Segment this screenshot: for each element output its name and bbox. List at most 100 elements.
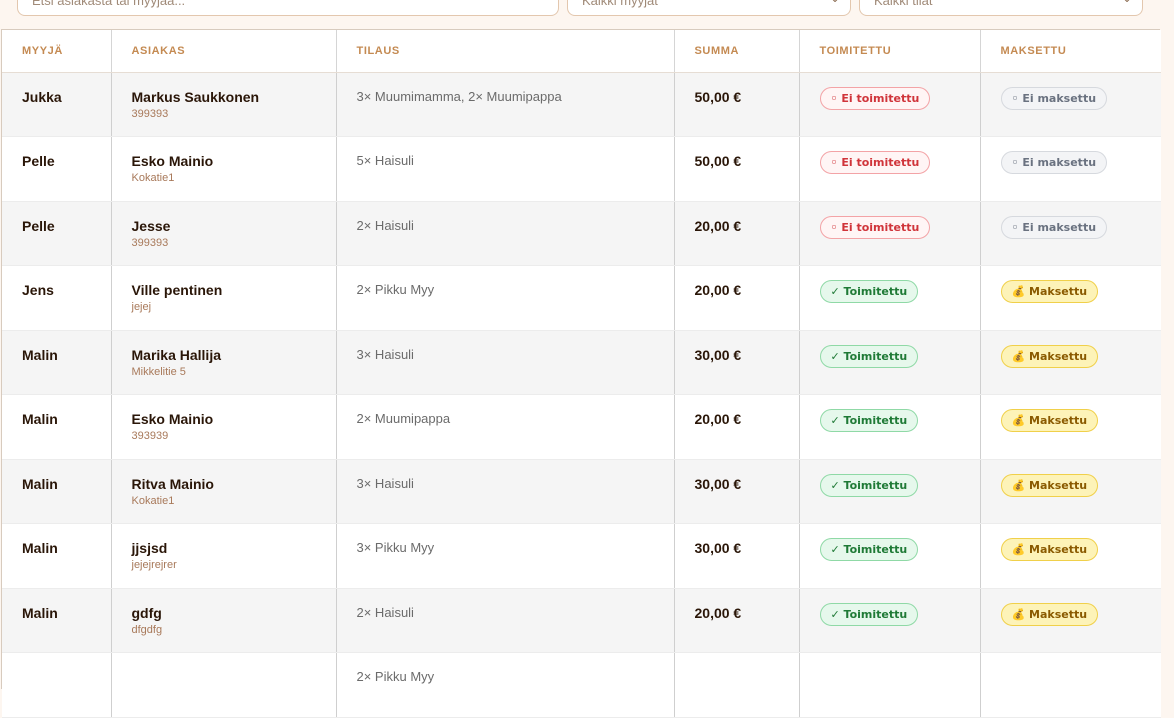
delivered-cell: ✓ Toimitettu bbox=[799, 588, 981, 653]
paid-cell: 💰 Maksettu bbox=[980, 265, 1161, 331]
customer-cell: gdfg dfgdfg bbox=[111, 588, 337, 653]
customer-name: Esko Mainio bbox=[131, 411, 214, 427]
order-items: 3× Pikku Myy bbox=[356, 540, 435, 555]
customer-name: Esko Mainio bbox=[131, 153, 214, 169]
paid-cell: ◦ Ei maksettu bbox=[980, 201, 1161, 266]
seller-cell: Malin bbox=[2, 330, 112, 395]
search-input[interactable]: Etsi asiakasta tai myyjää... bbox=[17, 0, 559, 16]
order-items: 2× Pikku Myy bbox=[356, 282, 435, 297]
seller-cell: Malin bbox=[2, 459, 112, 524]
paid-status-badge[interactable]: ◦ Ei maksettu bbox=[1000, 86, 1108, 110]
customer-name: jjsjsd bbox=[131, 540, 168, 556]
order-cell: 3× Muumimamma, 2× Muumipappa bbox=[336, 72, 675, 137]
filter-bar: Etsi asiakasta tai myyjää... Kaikki myyj… bbox=[0, 0, 1174, 30]
table-row[interactable]: Pelle Jesse 399393 2× Haisuli 20,00 € ◦ Ei to… bbox=[2, 201, 1161, 266]
paid-status-badge[interactable]: 💰 Maksettu bbox=[1000, 473, 1099, 497]
order-items: 2× Pikku Myy bbox=[356, 669, 435, 684]
header-delivered[interactable]: TOIMITETTU bbox=[799, 30, 981, 73]
order-sum: 20,00 € bbox=[694, 217, 742, 234]
delivered-status-badge[interactable]: ✓ Toimitettu bbox=[819, 409, 919, 432]
delivered-cell: ◦ Ei toimitettu bbox=[799, 72, 981, 137]
delivered-cell: ✓ Toimitettu bbox=[799, 394, 981, 460]
customer-detail: Kokatie1 bbox=[131, 494, 175, 507]
customer-name: Markus Saukkonen bbox=[131, 88, 260, 105]
seller-name: Pelle bbox=[22, 217, 55, 234]
seller-filter-value: Kaikki myyjät bbox=[582, 0, 658, 8]
table-row[interactable]: 2× Pikku Myy bbox=[2, 652, 1161, 718]
order-items: 2× Muumipappa bbox=[356, 411, 451, 426]
customer-cell: Jesse 399393 bbox=[111, 201, 337, 266]
table-row[interactable]: Malin gdfg dfgdfg 2× Haisuli 20,00 € ✓ Toimit… bbox=[2, 588, 1161, 653]
order-cell: 2× Haisuli bbox=[336, 201, 675, 266]
delivered-status-badge[interactable]: ◦ Ei toimitettu bbox=[819, 151, 931, 174]
header-paid[interactable]: MAKSETTU bbox=[980, 30, 1161, 73]
customer-name: Jesse bbox=[131, 217, 171, 234]
status-filter-select[interactable]: Kaikki tilat ⌄ bbox=[859, 0, 1143, 16]
delivered-cell: ✓ Toimitettu bbox=[799, 330, 981, 395]
orders-table: MYYJÄ ASIAKAS TILAUS SUMMA TOIMITETTU MA… bbox=[1, 29, 1161, 718]
table-row[interactable]: Jukka Markus Saukkonen 399393 3× Muumimamma… bbox=[2, 72, 1161, 137]
customer-cell: jjsjsd jejejrejrer bbox=[111, 523, 337, 589]
paid-cell: 💰 Maksettu bbox=[980, 523, 1161, 589]
delivered-status-badge[interactable]: ✓ Toimitettu bbox=[819, 344, 919, 368]
sum-cell: 20,00 € bbox=[674, 588, 800, 653]
seller-name: Pelle bbox=[22, 153, 55, 169]
seller-name: Jukka bbox=[22, 88, 62, 105]
paid-status-badge[interactable]: 💰 Maksettu bbox=[1000, 280, 1099, 303]
customer-detail: jejej bbox=[131, 301, 152, 313]
order-sum: 20,00 € bbox=[694, 604, 742, 621]
delivered-cell: ✓ Toimitettu bbox=[799, 459, 981, 524]
seller-cell: Pelle bbox=[2, 136, 112, 202]
seller-cell bbox=[2, 652, 112, 718]
order-sum: 20,00 € bbox=[694, 282, 742, 298]
sum-cell: 50,00 € bbox=[674, 72, 800, 137]
delivered-status-badge[interactable]: ◦ Ei toimitettu bbox=[819, 86, 931, 110]
order-cell: 2× Muumipappa bbox=[336, 394, 675, 460]
table-row[interactable]: Malin Ritva Mainio Kokatie1 3× Haisuli 30,00… bbox=[2, 459, 1161, 524]
customer-detail: dfgdfg bbox=[131, 623, 163, 636]
paid-status-badge[interactable]: 💰 Maksettu bbox=[1000, 409, 1099, 432]
status-filter-value: Kaikki tilat bbox=[874, 0, 933, 8]
order-cell: 5× Haisuli bbox=[336, 136, 675, 202]
header-sum[interactable]: SUMMA bbox=[674, 30, 800, 73]
table-row[interactable]: Malin Marika Hallija Mikkelitie 5 3× Haisul… bbox=[2, 330, 1161, 395]
customer-name: Ville pentinen bbox=[131, 282, 223, 298]
table-row[interactable]: Malin Esko Mainio 393939 2× Muumipappa 20,00… bbox=[2, 394, 1161, 460]
order-sum: 30,00 € bbox=[694, 346, 742, 363]
delivered-status-badge[interactable]: ✓ Toimitettu bbox=[819, 538, 919, 561]
customer-detail: Mikkelitie 5 bbox=[131, 365, 186, 378]
header-order[interactable]: TILAUS bbox=[336, 30, 675, 73]
sum-cell: 30,00 € bbox=[674, 330, 800, 395]
customer-detail: 399393 bbox=[131, 107, 169, 120]
paid-status-badge[interactable]: ◦ Ei maksettu bbox=[1000, 151, 1108, 174]
customer-cell: Esko Mainio 393939 bbox=[111, 394, 337, 460]
order-sum: 20,00 € bbox=[694, 411, 742, 427]
order-items: 3× Haisuli bbox=[356, 346, 414, 362]
paid-cell: 💰 Maksettu bbox=[980, 330, 1161, 395]
order-cell: 2× Pikku Myy bbox=[336, 265, 675, 331]
paid-status-badge[interactable]: 💰 Maksettu bbox=[1000, 344, 1099, 368]
paid-status-badge[interactable]: 💰 Maksettu bbox=[1000, 602, 1099, 626]
header-customer[interactable]: ASIAKAS bbox=[111, 30, 337, 73]
sum-cell: 20,00 € bbox=[674, 265, 800, 331]
paid-cell: 💰 Maksettu bbox=[980, 459, 1161, 524]
seller-cell: Pelle bbox=[2, 201, 112, 266]
header-seller[interactable]: MYYJÄ bbox=[2, 30, 112, 73]
delivered-cell: ◦ Ei toimitettu bbox=[799, 201, 981, 266]
delivered-status-badge[interactable]: ✓ Toimitettu bbox=[819, 280, 919, 303]
delivered-status-badge[interactable]: ✓ Toimitettu bbox=[819, 473, 919, 497]
paid-cell: 💰 Maksettu bbox=[980, 394, 1161, 460]
paid-status-badge[interactable]: 💰 Maksettu bbox=[1000, 538, 1099, 561]
order-cell: 2× Pikku Myy bbox=[336, 652, 675, 718]
delivered-status-badge[interactable]: ✓ Toimitettu bbox=[819, 602, 919, 626]
table-row[interactable]: Malin jjsjsd jejejrejrer 3× Pikku Myy 30,00 … bbox=[2, 523, 1161, 589]
seller-filter-select[interactable]: Kaikki myyjät ⌄ bbox=[567, 0, 851, 16]
delivered-status-badge[interactable]: ◦ Ei toimitettu bbox=[819, 215, 931, 239]
paid-status-badge[interactable]: ◦ Ei maksettu bbox=[1000, 215, 1108, 239]
paid-cell: ◦ Ei maksettu bbox=[980, 72, 1161, 137]
table-row[interactable]: Jens Ville pentinen jejej 2× Pikku Myy 20,00… bbox=[2, 265, 1161, 331]
seller-cell: Malin bbox=[2, 394, 112, 460]
sum-cell: 20,00 € bbox=[674, 394, 800, 460]
table-row[interactable]: Pelle Esko Mainio Kokatie1 5× Haisuli 50,00 … bbox=[2, 136, 1161, 202]
seller-name: Malin bbox=[22, 411, 58, 427]
